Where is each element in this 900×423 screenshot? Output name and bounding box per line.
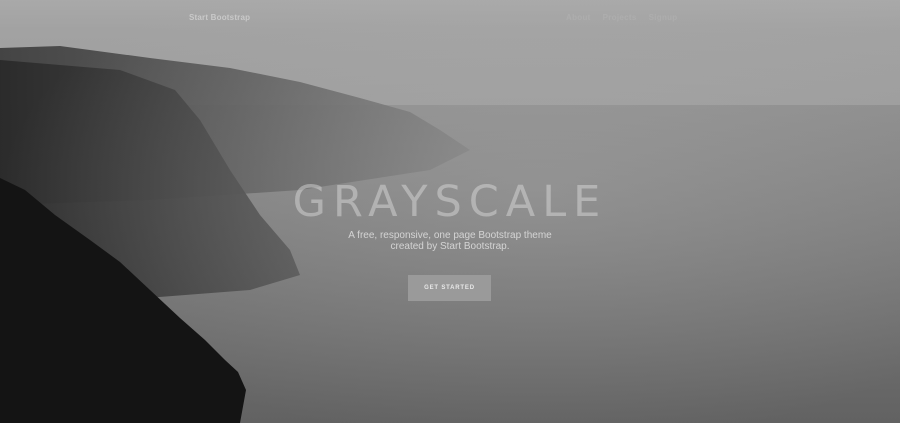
get-started-button[interactable]: GET STARTED	[408, 275, 491, 301]
nav-link-about[interactable]: About	[566, 13, 591, 22]
nav-links: About Projects Signup	[566, 13, 678, 22]
masthead-subtitle: A free, responsive, one page Bootstrap t…	[0, 230, 900, 252]
nav-link-signup[interactable]: Signup	[649, 13, 678, 22]
nav-link-projects[interactable]: Projects	[603, 13, 637, 22]
masthead-title: GRAYSCALE	[292, 177, 608, 227]
masthead-subtitle-line-1: A free, responsive, one page Bootstrap t…	[348, 230, 552, 241]
top-navbar: Start Bootstrap About Projects Signup	[0, 0, 900, 38]
masthead-subtitle-line-2: created by Start Bootstrap.	[390, 241, 510, 252]
masthead-hero: Start Bootstrap About Projects Signup GR…	[0, 0, 900, 423]
navbar-brand-link[interactable]: Start Bootstrap	[189, 13, 250, 22]
